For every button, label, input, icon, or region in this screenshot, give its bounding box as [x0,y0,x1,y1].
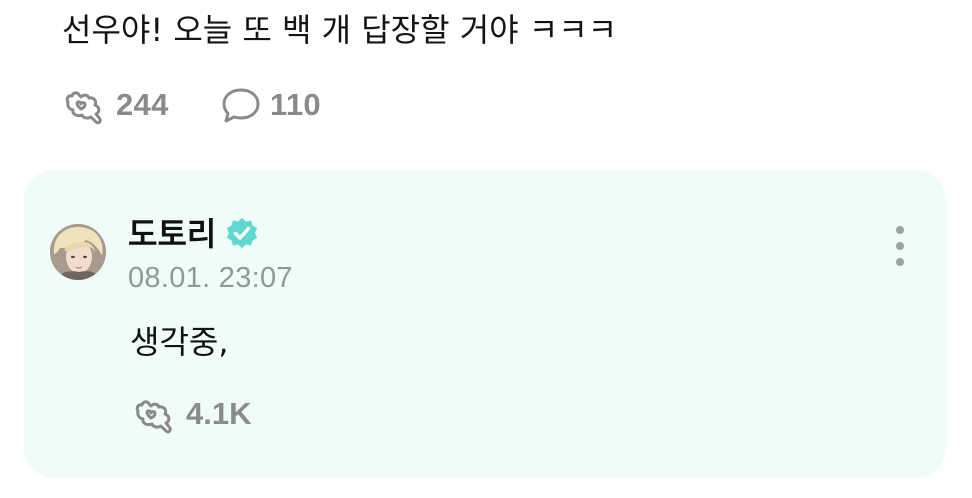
more-dot [896,226,904,234]
post-like-count: 244 [116,87,169,122]
reply-text: 생각중, [130,323,229,361]
reply-author: 도토리 [128,214,260,254]
post-comment-button[interactable]: 110 [220,84,321,126]
hand-heart-icon [65,91,102,125]
verified-badge-icon [227,218,258,248]
reply-like-button[interactable]: 4.1K [132,392,251,436]
avatar[interactable] [50,224,106,280]
hand-heart-icon [135,400,172,434]
speech-bubble-icon [222,88,260,123]
profile-photo [50,224,106,280]
more-vertical-icon[interactable] [888,224,912,268]
post-comment-count: 110 [270,87,321,122]
author-name[interactable]: 도토리 [128,214,216,254]
reply-card: 도토리 08.01. 23:07 생각중, 4.1K [24,170,946,478]
post: 선우야! 오늘 또 백 개 답장할 거야 ㅋㅋㅋ 244 110 [0,0,972,170]
reply-timestamp: 08.01. 23:07 [128,262,293,294]
more-dot [896,258,904,266]
more-dot [896,242,904,250]
reply-like-count: 4.1K [186,396,252,431]
post-text: 선우야! 오늘 또 백 개 답장할 거야 ㅋㅋㅋ [62,11,618,49]
post-like-button[interactable]: 244 [62,84,169,126]
